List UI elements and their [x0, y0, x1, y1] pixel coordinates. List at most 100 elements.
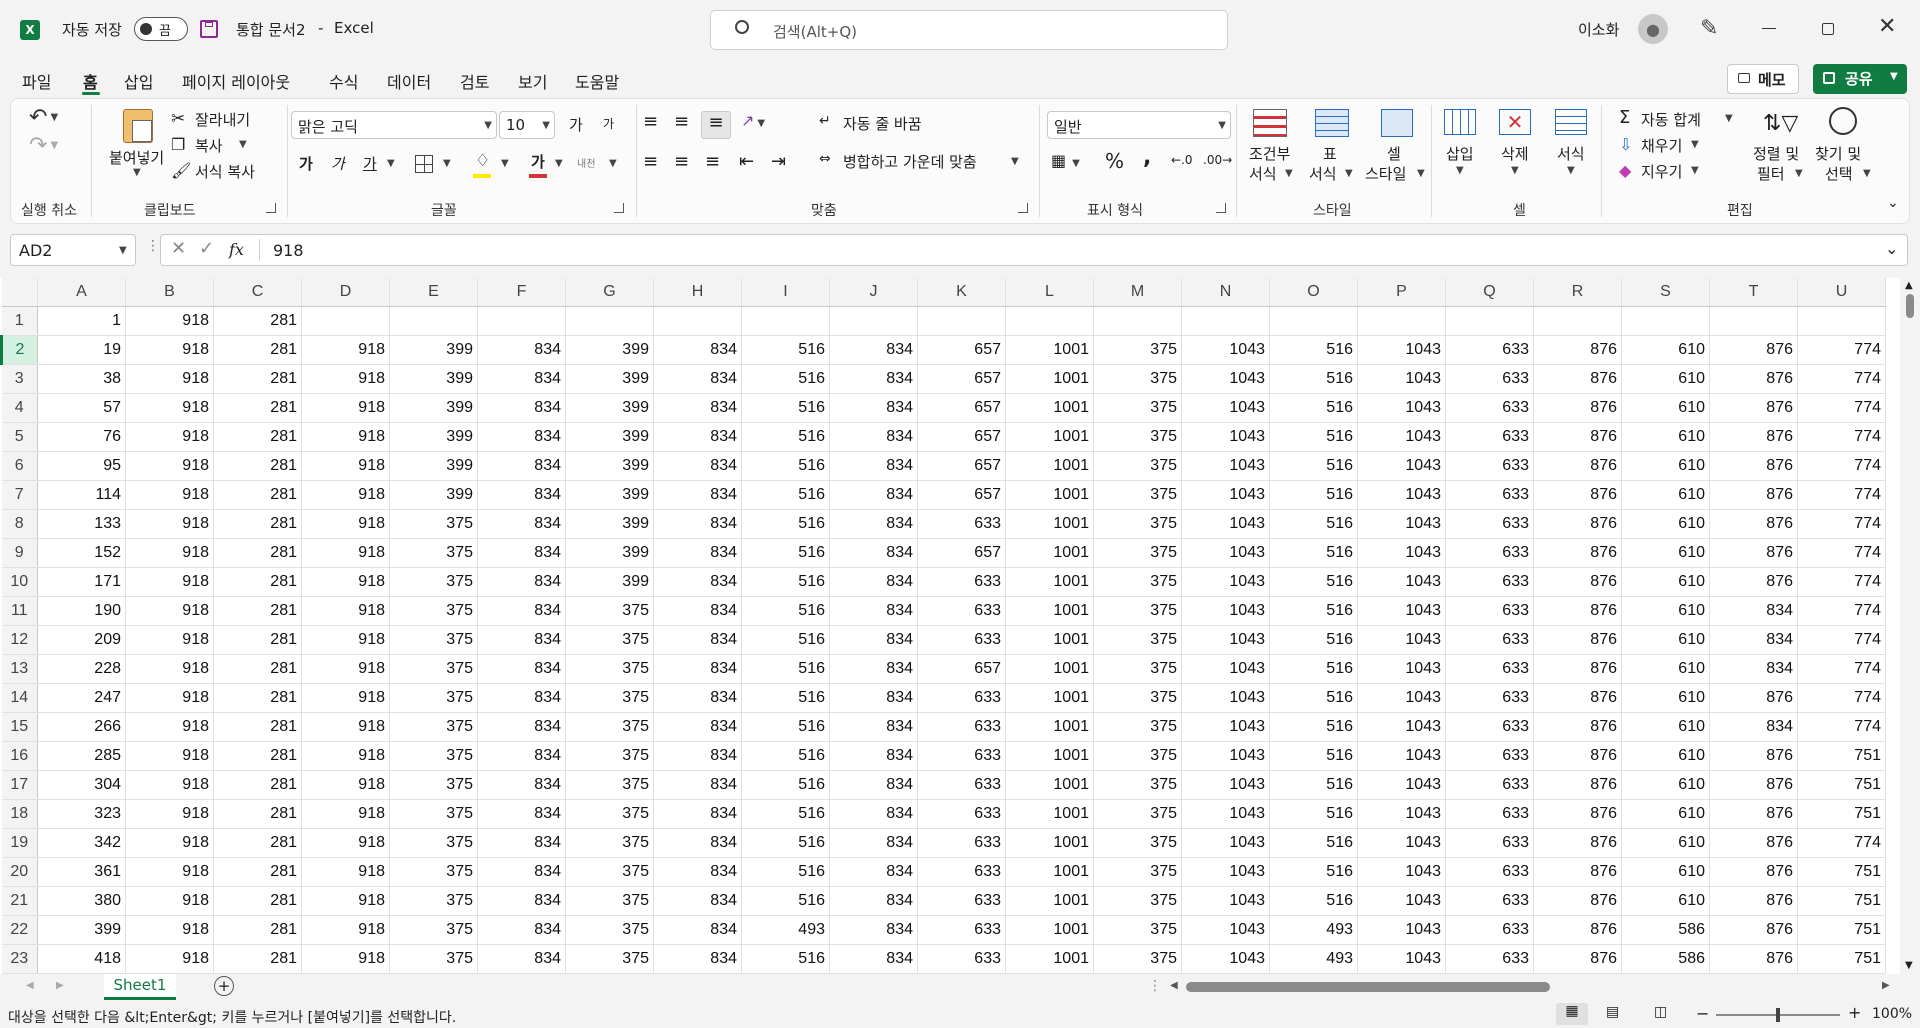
close-icon[interactable]: ✕	[1878, 14, 1896, 39]
column-header[interactable]: L	[1005, 278, 1094, 307]
cell[interactable]: 834	[477, 741, 566, 771]
cell[interactable]: 918	[301, 770, 390, 800]
scroll-down-icon[interactable]: ▼	[1905, 960, 1913, 971]
cell[interactable]: 918	[301, 944, 390, 974]
cell[interactable]: 375	[1093, 857, 1182, 887]
cell[interactable]: 834	[1709, 654, 1798, 684]
cell[interactable]: 516	[741, 538, 830, 568]
cell[interactable]: 323	[37, 799, 126, 829]
cell[interactable]: 375	[565, 770, 654, 800]
cell[interactable]: 834	[653, 799, 742, 829]
cell[interactable]: 876	[1533, 799, 1622, 829]
cell[interactable]: 834	[477, 567, 566, 597]
cell[interactable]: 876	[1533, 596, 1622, 626]
cell[interactable]: 633	[1445, 538, 1534, 568]
cell[interactable]: 918	[125, 857, 214, 887]
cell[interactable]: 918	[301, 886, 390, 916]
cell[interactable]: 1043	[1181, 857, 1270, 887]
cell[interactable]: 657	[917, 451, 1006, 481]
cell[interactable]: 1043	[1181, 915, 1270, 945]
chevron-down-icon[interactable]: ▼	[387, 158, 395, 169]
cell[interactable]: 399	[565, 567, 654, 597]
cell[interactable]: 633	[1445, 683, 1534, 713]
cell[interactable]: 375	[1093, 828, 1182, 858]
cell[interactable]: 834	[477, 915, 566, 945]
cell[interactable]: 375	[389, 741, 478, 771]
cell[interactable]: 375	[1093, 654, 1182, 684]
cell[interactable]: 834	[829, 915, 918, 945]
cell[interactable]: 493	[1269, 915, 1358, 945]
cell[interactable]: 399	[565, 422, 654, 452]
tab-formulas[interactable]: 수식	[329, 69, 358, 93]
cell[interactable]: 918	[301, 857, 390, 887]
cell[interactable]: 834	[653, 480, 742, 510]
worksheet-grid[interactable]: ABCDEFGHIJKLMNOPQRSTU 1 1 918 281 2 19 918 281 9…	[0, 278, 1920, 974]
cell[interactable]: 918	[125, 364, 214, 394]
cell[interactable]: 834	[477, 596, 566, 626]
cell[interactable]: 633	[1445, 596, 1534, 626]
cell[interactable]: 834	[1709, 712, 1798, 742]
cell[interactable]: 918	[125, 683, 214, 713]
orientation-icon[interactable]: ↗ ▼	[741, 111, 765, 130]
cell[interactable]: 493	[1269, 944, 1358, 974]
cell[interactable]: 285	[37, 741, 126, 771]
chevron-down-icon[interactable]: ▼	[609, 158, 617, 169]
cell[interactable]: 516	[741, 567, 830, 597]
cell[interactable]: 774	[1797, 654, 1886, 684]
cell[interactable]: 399	[389, 480, 478, 510]
cell[interactable]: 876	[1709, 741, 1798, 771]
row-header[interactable]: 1	[1, 306, 38, 336]
normal-view-icon[interactable]: ▦	[1556, 1003, 1588, 1025]
cell[interactable]: 774	[1797, 567, 1886, 597]
cell[interactable]: 876	[1533, 828, 1622, 858]
cell[interactable]: 1043	[1357, 799, 1446, 829]
cell[interactable]: 1043	[1357, 538, 1446, 568]
cell[interactable]: 751	[1797, 741, 1886, 771]
cell[interactable]: 493	[741, 915, 830, 945]
cell[interactable]: 633	[917, 712, 1006, 742]
insert-function-button[interactable]: fx	[229, 240, 244, 259]
cell[interactable]: 375	[389, 538, 478, 568]
cell[interactable]: 834	[477, 886, 566, 916]
add-sheet-icon[interactable]: +	[214, 976, 234, 996]
cell[interactable]: 375	[1093, 596, 1182, 626]
cell[interactable]: 610	[1621, 422, 1710, 452]
cell[interactable]: 834	[653, 451, 742, 481]
cell[interactable]: 834	[653, 770, 742, 800]
cell[interactable]: 516	[741, 683, 830, 713]
cell[interactable]: 281	[213, 741, 302, 771]
cell[interactable]: 610	[1621, 567, 1710, 597]
cell[interactable]: 375	[389, 596, 478, 626]
cell[interactable]	[389, 306, 478, 336]
cell[interactable]: 610	[1621, 451, 1710, 481]
cell[interactable]: 1001	[1005, 828, 1094, 858]
cell[interactable]: 247	[37, 683, 126, 713]
cell[interactable]: 516	[1269, 886, 1358, 916]
cell[interactable]: 1043	[1181, 393, 1270, 423]
cell[interactable]: 375	[389, 799, 478, 829]
cell[interactable]: 1043	[1357, 393, 1446, 423]
cell[interactable]: 1043	[1181, 944, 1270, 974]
chevron-down-icon[interactable]: ▼	[1725, 113, 1733, 124]
cell[interactable]: 375	[1093, 770, 1182, 800]
cell[interactable]: 876	[1709, 364, 1798, 394]
cell[interactable]: 876	[1709, 567, 1798, 597]
cell[interactable]: 876	[1533, 886, 1622, 916]
align-right-icon[interactable]: ≡	[705, 151, 720, 172]
cell[interactable]: 1043	[1181, 364, 1270, 394]
cell[interactable]: 1043	[1357, 944, 1446, 974]
tab-data[interactable]: 데이터	[387, 69, 431, 93]
tab-file[interactable]: 파일	[22, 69, 51, 93]
cell[interactable]: 516	[741, 364, 830, 394]
cell[interactable]: 834	[829, 509, 918, 539]
cell[interactable]: 918	[125, 886, 214, 916]
cell[interactable]: 1001	[1005, 886, 1094, 916]
column-header[interactable]: H	[653, 278, 742, 307]
cell[interactable]: 399	[389, 393, 478, 423]
user-name[interactable]: 이소화	[1578, 19, 1619, 40]
cell[interactable]: 375	[565, 596, 654, 626]
cell[interactable]: 610	[1621, 828, 1710, 858]
tab-split-handle[interactable]: ⋮	[1148, 978, 1162, 994]
cell[interactable]: 361	[37, 857, 126, 887]
cell[interactable]	[1093, 306, 1182, 336]
